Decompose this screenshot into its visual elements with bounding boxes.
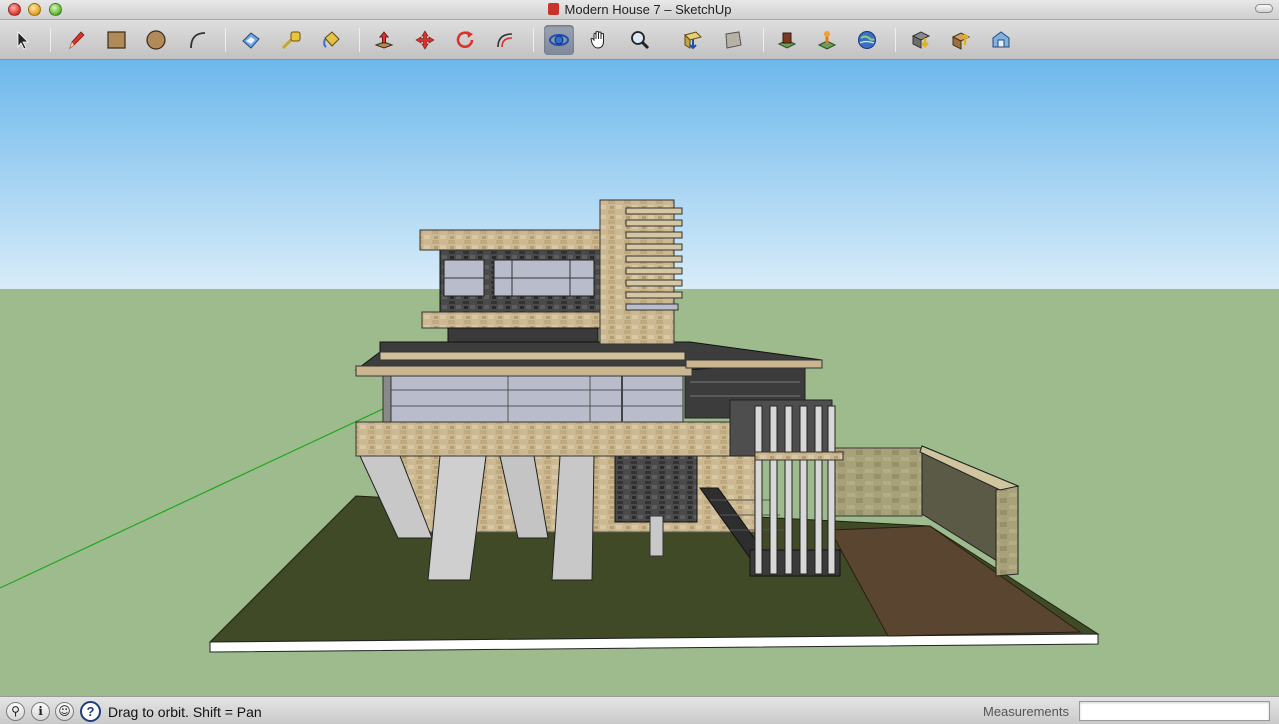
upper-level [419, 229, 603, 343]
rotate-tool-button[interactable] [450, 25, 480, 55]
previous-view-tool-button[interactable] [718, 25, 748, 55]
orbit-icon [549, 34, 569, 46]
geo-location-icon[interactable]: ⚲ [6, 702, 25, 721]
circle-icon [146, 30, 166, 50]
pan-tool-button[interactable] [584, 25, 614, 55]
eraser-icon [242, 32, 260, 49]
rectangle-icon [107, 31, 126, 49]
warehouse-tool-button[interactable] [986, 25, 1016, 55]
pencil-icon [69, 31, 85, 50]
line-tool-button[interactable] [61, 25, 91, 55]
rotate-icon [456, 31, 474, 49]
zoom-tool-button[interactable] [625, 25, 655, 55]
title-bar: Modern House 7 – SketchUp [0, 0, 1279, 20]
sketchup-document-icon [547, 3, 559, 15]
paint-bucket-icon [323, 31, 340, 48]
get-models-tool-button[interactable] [772, 25, 802, 55]
credits-icon[interactable]: ℹ [31, 702, 50, 721]
zoom-extents-icon [684, 31, 702, 50]
offset-tool-button[interactable] [490, 25, 520, 55]
move-icon [415, 30, 435, 50]
toolbar-toggle-button[interactable] [1255, 4, 1273, 13]
previous-view-icon [725, 31, 742, 49]
instructor-help-icon[interactable]: ? [80, 701, 101, 722]
dark-stone-panel [614, 451, 698, 523]
rectangle-tool-button[interactable] [101, 25, 131, 55]
get-models-icon [777, 32, 797, 49]
zoom-icon [631, 31, 650, 50]
main-toolbar [0, 20, 1279, 60]
arc-icon [190, 32, 206, 49]
circle-tool-button[interactable] [141, 25, 171, 55]
tape-measure-tool-button[interactable] [276, 25, 306, 55]
small-post [649, 515, 664, 557]
chimney-tower [599, 199, 683, 345]
google-earth-icon [858, 31, 876, 49]
scene-canvas[interactable] [0, 60, 1279, 696]
eraser-tool-button[interactable] [236, 25, 266, 55]
tape-measure-icon [281, 31, 301, 50]
google-earth-tool-button[interactable] [852, 25, 882, 55]
status-bar: ⚲ ℹ ☺ ? Drag to orbit. Shift = Pan Measu… [0, 696, 1279, 724]
window-title: Modern House 7 – SketchUp [564, 2, 732, 17]
push-pull-tool-button[interactable] [369, 25, 399, 55]
arc-tool-button[interactable] [182, 25, 212, 55]
main-floor-slab [355, 421, 761, 457]
select-icon [17, 31, 29, 50]
measurements-label: Measurements [983, 704, 1069, 719]
paint-bucket-tool-button[interactable] [316, 25, 346, 55]
share-component-icon [951, 32, 971, 50]
warehouse-icon [992, 31, 1010, 48]
user-icon[interactable]: ☺ [55, 702, 74, 721]
window-title-wrap: Modern House 7 – SketchUp [0, 2, 1279, 17]
status-hint: Drag to orbit. Shift = Pan [108, 704, 262, 720]
select-tool-button[interactable] [6, 25, 36, 55]
push-pull-icon [374, 31, 394, 49]
measurements-input[interactable] [1079, 701, 1270, 721]
share-component-tool-button[interactable] [946, 25, 976, 55]
model-viewport[interactable] [0, 60, 1279, 696]
share-model-tool-button[interactable] [906, 25, 936, 55]
share-model-icon [911, 31, 931, 49]
add-location-icon [817, 31, 837, 50]
move-tool-button[interactable] [410, 25, 440, 55]
offset-icon [497, 33, 513, 48]
orbit-tool-button[interactable] [544, 25, 574, 55]
add-location-tool-button[interactable] [812, 25, 842, 55]
zoom-extents-tool-button[interactable] [678, 25, 708, 55]
pan-hand-icon [590, 31, 604, 49]
